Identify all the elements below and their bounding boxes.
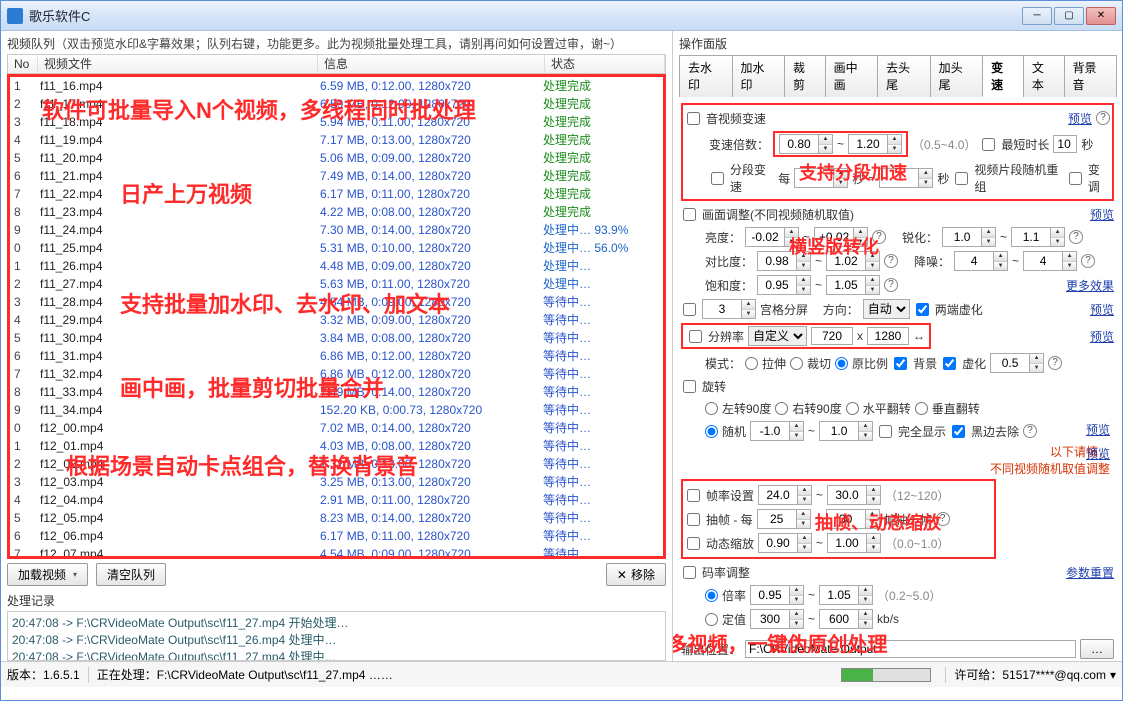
window-title: 歌乐软件C (29, 6, 1022, 25)
remove-button[interactable]: ✕ 移除 (606, 563, 666, 586)
maximize-button[interactable]: ▢ (1054, 7, 1084, 25)
overlay-r1: 支持分段加速 (799, 159, 907, 185)
log-line: 20:47:08 -> F:\CRVideoMate Output\sc\f11… (12, 631, 661, 648)
queue-header: No 视频文件 信息 状态 (7, 54, 666, 74)
table-row[interactable]: 4f11_29.mp43.32 MB, 0:09.00, 1280x720等待中… (10, 311, 663, 329)
table-row[interactable]: 2f12_02.mp47.32 MB, 0:13.00, 1280x720等待中… (10, 455, 663, 473)
log-line: 20:47:08 -> F:\CRVideoMate Output\sc\f11… (12, 648, 661, 661)
table-row[interactable]: 3f11_28.mp44.84 MB, 0:09.00, 1280x720等待中… (10, 293, 663, 311)
tab-bar: 去水印加水印裁剪画中画去头尾加头尾变速文本背景音 (679, 54, 1116, 97)
video-queue-list[interactable]: 1f11_16.mp46.59 MB, 0:12.00, 1280x720处理完… (10, 77, 663, 557)
tab-3[interactable]: 画中画 (825, 55, 879, 97)
speed-preview[interactable]: 预览 (1068, 110, 1092, 127)
queue-title: 视频队列 (7, 35, 55, 52)
th-info[interactable]: 信息 (318, 55, 545, 72)
app-window: 歌乐软件C ─ ▢ ✕ 视频队列 （双击预览水印&字幕效果；队列右键，功能更多。… (0, 0, 1123, 701)
table-row[interactable]: 7f11_32.mp46.86 MB, 0:12.00, 1280x720等待中… (10, 365, 663, 383)
help-icon[interactable]: ? (1096, 111, 1110, 125)
th-no[interactable]: No (8, 57, 38, 71)
version: 版本：1.6.5.1 (7, 666, 80, 683)
tab-5[interactable]: 加头尾 (930, 55, 984, 97)
speed-max[interactable]: ▲▼ (848, 134, 902, 154)
table-row[interactable]: 6f12_06.mp46.17 MB, 0:11.00, 1280x720等待中… (10, 527, 663, 545)
close-button[interactable]: ✕ (1086, 7, 1116, 25)
swap-wh-icon[interactable]: ↔ (913, 329, 925, 343)
table-row[interactable]: 4f12_04.mp42.91 MB, 0:11.00, 1280x720等待中… (10, 491, 663, 509)
th-file[interactable]: 视频文件 (38, 55, 318, 72)
log-line: 20:47:08 -> F:\CRVideoMate Output\sc\f11… (12, 614, 661, 631)
res-mode[interactable]: 自定义 (748, 326, 807, 346)
speed-chk[interactable] (687, 112, 700, 125)
table-row[interactable]: 5f12_05.mp48.23 MB, 0:14.00, 1280x720等待中… (10, 509, 663, 527)
table-row[interactable]: 2f11_27.mp45.63 MB, 0:11.00, 1280x720处理中… (10, 275, 663, 293)
clear-queue-button[interactable]: 清空队列 (96, 563, 166, 586)
res-chk[interactable] (689, 330, 702, 343)
table-row[interactable]: 5f11_30.mp43.84 MB, 0:08.00, 1280x720等待中… (10, 329, 663, 347)
progress-bar (841, 668, 931, 682)
overlay-r2: 横竖版转化 (789, 233, 879, 259)
log-title: 处理记录 (7, 592, 666, 609)
right-panel: 操作面版 去水印加水印裁剪画中画去头尾加头尾变速文本背景音 音视频变速 预览 ?… (673, 31, 1122, 661)
table-row[interactable]: 1f12_01.mp44.03 MB, 0:08.00, 1280x720等待中… (10, 437, 663, 455)
queue-note: （双击预览水印&字幕效果；队列右键，功能更多。此为视频批量处理工具，请别再问如何… (55, 35, 622, 54)
license: 许可给：51517****@qq.com (954, 666, 1106, 683)
table-row[interactable]: 3f12_03.mp43.25 MB, 0:13.00, 1280x720等待中… (10, 473, 663, 491)
log-box: 20:47:08 -> F:\CRVideoMate Output\sc\f11… (7, 611, 666, 661)
res-h[interactable] (867, 327, 909, 345)
minlen-chk[interactable] (982, 138, 995, 151)
load-video-button[interactable]: 加载视频 (7, 563, 88, 586)
app-icon (7, 8, 23, 24)
speed-group: 音视频变速 预览 ? 变速倍数： ▲▼ ~ ▲▼ （0.5~4.0） 最短时长 (681, 103, 1114, 201)
table-row[interactable]: 0f11_25.mp45.31 MB, 0:10.00, 1280x720处理中… (10, 239, 663, 257)
table-row[interactable]: 6f11_31.mp46.86 MB, 0:12.00, 1280x720等待中… (10, 347, 663, 365)
tab-0[interactable]: 去水印 (679, 55, 733, 97)
table-row[interactable]: 7f11_22.mp46.17 MB, 0:11.00, 1280x720处理完… (10, 185, 663, 203)
table-row[interactable]: 9f11_24.mp47.30 MB, 0:14.00, 1280x720处理中… (10, 221, 663, 239)
tab-7[interactable]: 文本 (1023, 55, 1065, 97)
tab-1[interactable]: 加水印 (732, 55, 786, 97)
table-row[interactable]: 9f11_34.mp4152.20 KB, 0:00.73, 1280x720等… (10, 401, 663, 419)
table-row[interactable]: 8f11_23.mp44.22 MB, 0:08.00, 1280x720处理完… (10, 203, 663, 221)
table-row[interactable]: 0f12_00.mp47.02 MB, 0:14.00, 1280x720等待中… (10, 419, 663, 437)
left-panel: 视频队列 （双击预览水印&字幕效果；队列右键，功能更多。此为视频批量处理工具，请… (1, 31, 673, 661)
titlebar: 歌乐软件C ─ ▢ ✕ (1, 1, 1122, 31)
status-bar: 版本：1.6.5.1 正在处理：F:\CRVideoMate Output\sc… (1, 661, 1122, 687)
segment-chk[interactable] (711, 172, 724, 185)
table-row[interactable]: 8f11_33.mp47.49 MB, 0:14.00, 1280x720等待中… (10, 383, 663, 401)
ops-title: 操作面版 (679, 35, 1116, 52)
table-row[interactable]: 3f11_18.mp45.94 MB, 0:11.00, 1280x720处理完… (10, 113, 663, 131)
tab-6[interactable]: 变速 (982, 55, 1024, 97)
tab-2[interactable]: 裁剪 (784, 55, 826, 97)
chevron-down-icon[interactable]: ▾ (1110, 668, 1116, 682)
overlay-r3: 抽帧、动态缩放 (815, 509, 941, 535)
output-path[interactable] (745, 640, 1076, 658)
minlen-val[interactable] (1053, 135, 1077, 153)
table-row[interactable]: 5f11_20.mp45.06 MB, 0:09.00, 1280x720处理完… (10, 149, 663, 167)
tab-4[interactable]: 去头尾 (877, 55, 931, 97)
table-row[interactable]: 1f11_16.mp46.59 MB, 0:12.00, 1280x720处理完… (10, 77, 663, 95)
th-status[interactable]: 状态 (545, 55, 665, 72)
table-row[interactable]: 7f12_07.mp44.54 MB, 0:09.00, 1280x720等待中… (10, 545, 663, 557)
tab-8[interactable]: 背景音 (1064, 55, 1118, 97)
table-row[interactable]: 1f11_26.mp44.48 MB, 0:09.00, 1280x720处理中… (10, 257, 663, 275)
table-row[interactable]: 2f11_17.mp46.59 MB, 0:12.00, 1280x720处理完… (10, 95, 663, 113)
table-row[interactable]: 6f11_21.mp47.49 MB, 0:14.00, 1280x720处理完… (10, 167, 663, 185)
table-row[interactable]: 4f11_19.mp47.17 MB, 0:13.00, 1280x720处理完… (10, 131, 663, 149)
processing-now: 正在处理：F:\CRVideoMate Output\sc\f11_27.mp4… (97, 666, 393, 683)
minimize-button[interactable]: ─ (1022, 7, 1052, 25)
picadj-chk[interactable] (683, 208, 696, 221)
speed-min[interactable]: ▲▼ (779, 134, 833, 154)
res-w[interactable] (811, 327, 853, 345)
browse-button[interactable]: … (1080, 639, 1114, 659)
